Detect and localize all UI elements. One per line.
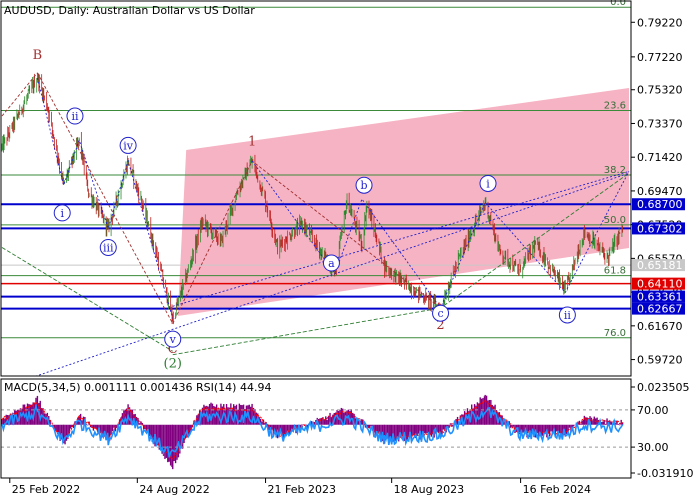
- y-tick-label: 0.59720: [637, 354, 683, 367]
- fib-label: 61.8: [604, 266, 626, 277]
- x-tick-label: 25 Feb 2022: [12, 483, 80, 496]
- sub-y-tick-label: 70.00: [637, 404, 669, 417]
- fib-label: 50.0: [604, 215, 626, 226]
- y-tick-label: 0.69470: [637, 185, 683, 198]
- chart-title: AUDUSD, Daily: Australian Dollar vs US D…: [4, 4, 255, 17]
- wave-label: (2): [164, 357, 182, 372]
- wave-label: 1: [248, 134, 256, 149]
- y-tick-label: 0.79220: [637, 16, 683, 29]
- wave-label: B: [33, 48, 43, 63]
- wave-label: ii: [71, 110, 79, 123]
- indicator-title: MACD(5,34,5) 0.001111 0.001436 RSI(14) 4…: [4, 381, 271, 394]
- fib-label: 23.6: [604, 100, 626, 111]
- x-tick-label: 16 Feb 2024: [523, 483, 591, 496]
- wave-label: c: [437, 307, 443, 320]
- chart-svg: 0.023.638.250.061.876.0B12C(2)iiiiiiivva…: [0, 0, 700, 500]
- sub-y-tick-label: 30.00: [637, 441, 669, 454]
- sub-y-tick-label: -0.031910: [637, 467, 693, 480]
- sub-y-tick-label: 0.023505: [637, 381, 690, 394]
- y-tick-label: 0.77220: [637, 51, 683, 64]
- price-level-label: 0.62667: [637, 303, 683, 316]
- price-level-label: 0.65181: [637, 259, 683, 272]
- price-level-label: 0.64110: [637, 278, 683, 291]
- wave-label: iii: [103, 241, 114, 254]
- wave-label: i: [486, 177, 490, 190]
- wave-label: iv: [123, 139, 134, 152]
- wave-label: i: [60, 207, 64, 220]
- wave-label: v: [169, 333, 177, 346]
- price-level-label: 0.67302: [637, 222, 683, 235]
- price-level-label: 0.68700: [637, 198, 683, 211]
- x-tick-label: 21 Feb 2023: [268, 483, 336, 496]
- y-tick-label: 0.75320: [637, 84, 683, 97]
- wave-label: ii: [564, 309, 572, 322]
- wave-label: b: [361, 179, 368, 192]
- fib-label: 38.2: [604, 165, 626, 176]
- fib-label: 76.0: [604, 328, 626, 339]
- y-tick-label: 0.61670: [637, 320, 683, 333]
- chart-window: 0.0 23.6 38.2 50.0 61.8 76.0 B 1 2 C (2) i ii iii iv v a…: [0, 0, 700, 500]
- y-tick-label: 0.71420: [637, 151, 683, 164]
- x-tick-label: 18 Aug 2023: [394, 483, 464, 496]
- y-tick-label: 0.73370: [637, 117, 683, 130]
- wave-label: a: [328, 257, 335, 270]
- x-tick-label: 24 Aug 2022: [139, 483, 209, 496]
